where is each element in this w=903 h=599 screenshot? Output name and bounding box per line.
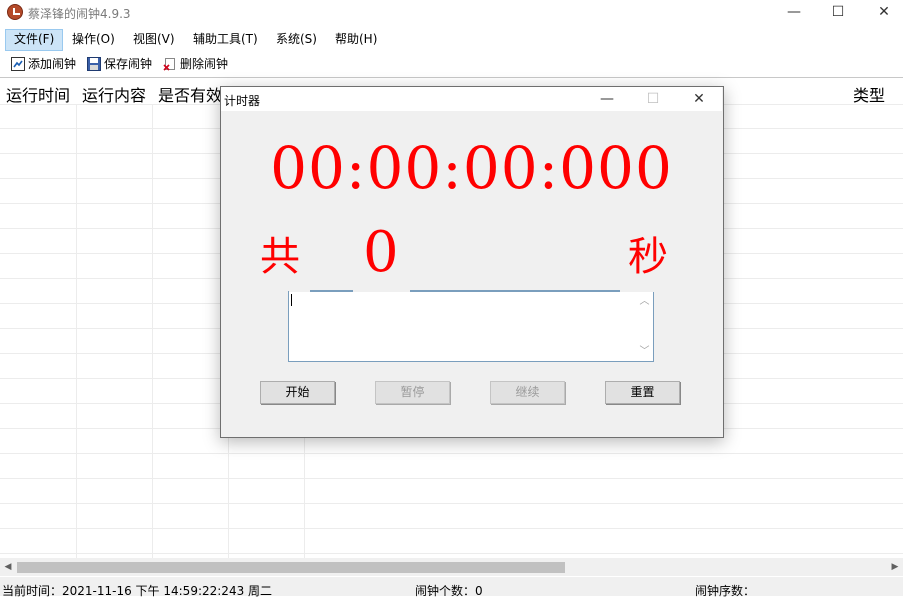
delete-alarm-label: 删除闹钟 [180,57,229,71]
alarm-count-status: 闹钟个数：0 [415,584,483,598]
column-header-run-content[interactable]: 运行内容 [82,82,146,106]
menu-system[interactable]: 系统(S) [268,29,325,49]
scroll-up-icon[interactable]: ︿ [636,295,653,309]
reset-button[interactable]: 重置 [605,381,680,404]
title-bar [0,0,903,26]
grid-line [0,553,903,554]
scroll-down-icon[interactable]: ﹀ [636,345,653,359]
timer-log-textarea[interactable] [288,291,654,362]
total-label: 共 [260,234,300,280]
maximize-button[interactable]: ☐ [815,0,861,26]
toolbar-divider [0,77,903,78]
scroll-left-icon[interactable]: ◀ [0,559,16,575]
delete-alarm-button[interactable]: 删除闹钟 [163,54,228,74]
text-caret [291,294,292,306]
add-alarm-button[interactable]: 添加闹钟 [11,54,76,74]
log-top-border [310,290,353,292]
close-button[interactable]: ✕ [861,0,903,26]
grid-line [0,453,903,454]
dialog-close-button[interactable]: ✕ [684,88,714,110]
menu-file[interactable]: 文件(F) [5,29,64,51]
dialog-maximize-button: ☐ [646,91,660,107]
column-header-run-time[interactable]: 运行时间 [6,82,70,106]
column-header-valid[interactable]: 是否有效 [158,82,222,106]
minimize-button[interactable]: — [771,0,817,26]
window-title: 蔡泽锋的闹钟4.9.3 [28,7,131,21]
save-alarm-button[interactable]: 保存闹钟 [87,54,152,74]
dialog-minimize-button[interactable]: — [592,88,622,110]
log-top-border [410,290,620,292]
save-alarm-label: 保存闹钟 [104,57,153,71]
dialog-title: 计时器 [224,94,261,108]
menu-operate[interactable]: 操作(O) [64,29,123,49]
pause-button[interactable]: 暂停 [375,381,450,404]
grid-column-line [76,104,77,558]
scrollbar-thumb[interactable] [17,562,565,573]
timer-display: 00:00:00:000 [270,134,673,202]
alarm-sequence-status: 闹钟序数： [695,584,756,598]
total-seconds-value: 0 [363,220,399,285]
delete-icon [163,57,177,71]
grid-column-line [152,104,153,558]
seconds-label: 秒 [628,234,668,280]
alarm-clock-icon [7,4,23,20]
menu-view[interactable]: 视图(V) [125,29,183,49]
menu-tools[interactable]: 辅助工具(T) [185,29,266,49]
menu-help[interactable]: 帮助(H) [327,29,385,49]
current-time-status: 当前时间：2021-11-16 下午 14:59:22:243 周二 [2,584,273,598]
add-alarm-label: 添加闹钟 [28,57,77,71]
grid-line [0,528,903,529]
save-icon [87,57,101,71]
add-alarm-icon [11,57,25,71]
resume-button[interactable]: 继续 [490,381,565,404]
start-button[interactable]: 开始 [260,381,335,404]
grid-line [0,503,903,504]
column-header-type[interactable]: 类型 [853,82,885,106]
grid-line [0,478,903,479]
scroll-right-icon[interactable]: ▶ [887,559,903,575]
